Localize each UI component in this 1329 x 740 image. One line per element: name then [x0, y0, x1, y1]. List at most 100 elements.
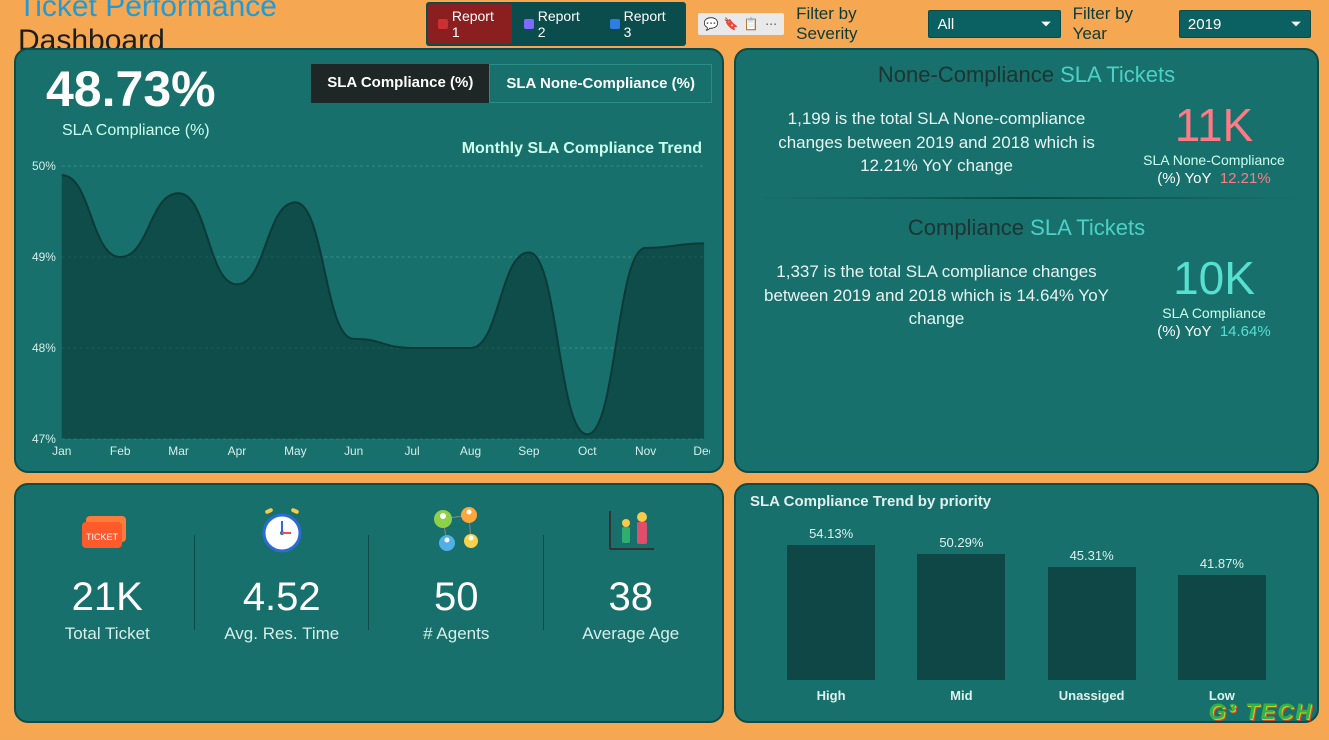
svg-text:Feb: Feb — [110, 444, 131, 458]
priority-bar-label: Mid — [911, 688, 1011, 703]
kpi-clock: 4.52 Avg. Res. Time — [195, 495, 370, 650]
report-tab-3[interactable]: Report 3 — [600, 4, 684, 44]
sla-compliance-label: SLA Compliance (%) — [62, 122, 210, 140]
sla-compliance-value: 48.73% — [46, 60, 216, 118]
compliance-metric: 10K SLA Compliance (%) YoY 14.64% — [1129, 251, 1299, 340]
priority-bar-value: 45.31% — [1042, 548, 1142, 563]
clipboard-icon[interactable]: 📋 — [742, 15, 760, 33]
none-compliance-heading: None-Compliance SLA Tickets — [754, 62, 1299, 88]
filter-year-label: Filter by Year — [1073, 4, 1167, 44]
svg-text:Oct: Oct — [578, 444, 597, 458]
more-icon[interactable]: ⋯ — [762, 15, 780, 33]
sla-trend-chart[interactable]: 47%48%49%50%JanFebMarAprMayJunJulAugSepO… — [28, 160, 710, 461]
report-nav: Report 1 Report 2 Report 3 — [426, 2, 686, 46]
report-tab-2[interactable]: Report 2 — [514, 4, 598, 44]
compliance-desc: 1,337 is the total SLA compliance change… — [754, 260, 1119, 331]
sla-compliance-card: 48.73% SLA Compliance (%) SLA Compliance… — [14, 48, 724, 473]
svg-text:48%: 48% — [32, 341, 56, 355]
people-icon — [548, 501, 715, 559]
report-tab-1[interactable]: Report 1 — [428, 4, 512, 44]
tab-sla-none-compliance[interactable]: SLA None-Compliance (%) — [489, 64, 712, 103]
priority-bar-value: 41.87% — [1172, 556, 1272, 571]
filter-severity-label: Filter by Severity — [796, 4, 916, 44]
svg-text:Jun: Jun — [344, 444, 363, 458]
none-compliance-yoy-label: (%) YoY — [1157, 170, 1211, 187]
priority-card: SLA Compliance Trend by priority 54.13%5… — [734, 483, 1319, 723]
none-compliance-label: SLA None-Compliance — [1129, 152, 1299, 168]
svg-text:May: May — [284, 444, 307, 458]
bookmark-icon[interactable]: 🔖 — [722, 15, 740, 33]
kpi-label: Total Ticket — [24, 624, 191, 644]
kpi-value: 4.52 — [199, 575, 366, 620]
divider — [756, 197, 1297, 199]
report-dot-icon — [524, 19, 533, 29]
svg-text:Apr: Apr — [228, 444, 247, 458]
priority-bar: 54.13% — [781, 526, 881, 680]
filter-severity-value: All — [937, 16, 954, 33]
clock-icon — [199, 501, 366, 559]
report-tab-1-label: Report 1 — [452, 8, 503, 40]
svg-text:TICKET: TICKET — [86, 532, 119, 542]
priority-bar-label: Low — [1172, 688, 1272, 703]
kpi-label: # Agents — [373, 624, 540, 644]
kpi-people: 38 Average Age — [544, 495, 719, 650]
compliance-yoy-label: (%) YoY — [1157, 323, 1211, 340]
compliance-value: 10K — [1129, 251, 1299, 305]
priority-bar-value: 54.13% — [781, 526, 881, 541]
priority-title: SLA Compliance Trend by priority — [736, 485, 1317, 510]
kpi-ticket: TICKET 21K Total Ticket — [20, 495, 195, 650]
filter-year-value: 2019 — [1188, 16, 1221, 33]
title-accent: Ticket Performance — [18, 0, 277, 23]
tab-sla-compliance[interactable]: SLA Compliance (%) — [311, 64, 489, 103]
svg-text:Mar: Mar — [168, 444, 189, 458]
network-icon — [373, 501, 540, 559]
priority-bar-rect — [1178, 575, 1266, 680]
report-tab-2-label: Report 2 — [538, 8, 589, 40]
chevron-down-icon — [1040, 18, 1052, 30]
priority-bar-label: High — [781, 688, 881, 703]
priority-bar: 41.87% — [1172, 556, 1272, 680]
compliance-yoy-value: 14.64% — [1220, 323, 1271, 340]
comment-icon[interactable]: 💬 — [702, 15, 720, 33]
kpi-network: 50 # Agents — [369, 495, 544, 650]
priority-bar-rect — [787, 545, 875, 680]
svg-text:Dec: Dec — [693, 444, 710, 458]
kpi-label: Avg. Res. Time — [199, 624, 366, 644]
priority-bar-label: Unassiged — [1042, 688, 1142, 703]
compliance-heading: Compliance SLA Tickets — [754, 215, 1299, 241]
sla-tabs: SLA Compliance (%) SLA None-Compliance (… — [311, 64, 712, 103]
none-compliance-yoy-value: 12.21% — [1220, 170, 1271, 187]
ticket-icon: TICKET — [24, 501, 191, 559]
chevron-down-icon — [1290, 18, 1302, 30]
report-dot-icon — [610, 19, 619, 29]
kpi-value: 38 — [548, 575, 715, 620]
svg-text:Jan: Jan — [52, 444, 71, 458]
priority-bar: 45.31% — [1042, 548, 1142, 680]
svg-text:Sep: Sep — [518, 444, 540, 458]
filter-year-select[interactable]: 2019 — [1179, 10, 1311, 38]
kpi-value: 21K — [24, 575, 191, 620]
svg-text:Nov: Nov — [635, 444, 656, 458]
svg-text:Jul: Jul — [404, 444, 419, 458]
compliance-label: SLA Compliance — [1129, 305, 1299, 321]
svg-text:50%: 50% — [32, 160, 56, 173]
priority-bar-rect — [917, 554, 1005, 680]
report-dot-icon — [438, 19, 447, 29]
report-tab-3-label: Report 3 — [624, 8, 675, 40]
filter-severity-select[interactable]: All — [928, 10, 1060, 38]
none-compliance-desc: 1,199 is the total SLA None-compliance c… — [754, 107, 1119, 178]
priority-bar-rect — [1048, 567, 1136, 680]
kpi-label: Average Age — [548, 624, 715, 644]
priority-bar-chart[interactable]: 54.13% 50.29% 45.31% 41.87% — [736, 510, 1317, 680]
toolbar-iconstrip: 💬 🔖 📋 ⋯ — [698, 13, 784, 35]
priority-bar-value: 50.29% — [911, 535, 1011, 550]
kpi-value: 50 — [373, 575, 540, 620]
svg-text:Aug: Aug — [460, 444, 481, 458]
none-compliance-value: 11K — [1129, 98, 1299, 152]
compliance-summary-card: None-Compliance SLA Tickets 1,199 is the… — [734, 48, 1319, 473]
priority-bar: 50.29% — [911, 535, 1011, 680]
svg-text:49%: 49% — [32, 250, 56, 264]
sla-chart-title: Monthly SLA Compliance Trend — [462, 140, 702, 158]
kpi-card: TICKET 21K Total Ticket 4.52 Avg. Res. T… — [14, 483, 724, 723]
none-compliance-metric: 11K SLA None-Compliance (%) YoY 12.21% — [1129, 98, 1299, 187]
